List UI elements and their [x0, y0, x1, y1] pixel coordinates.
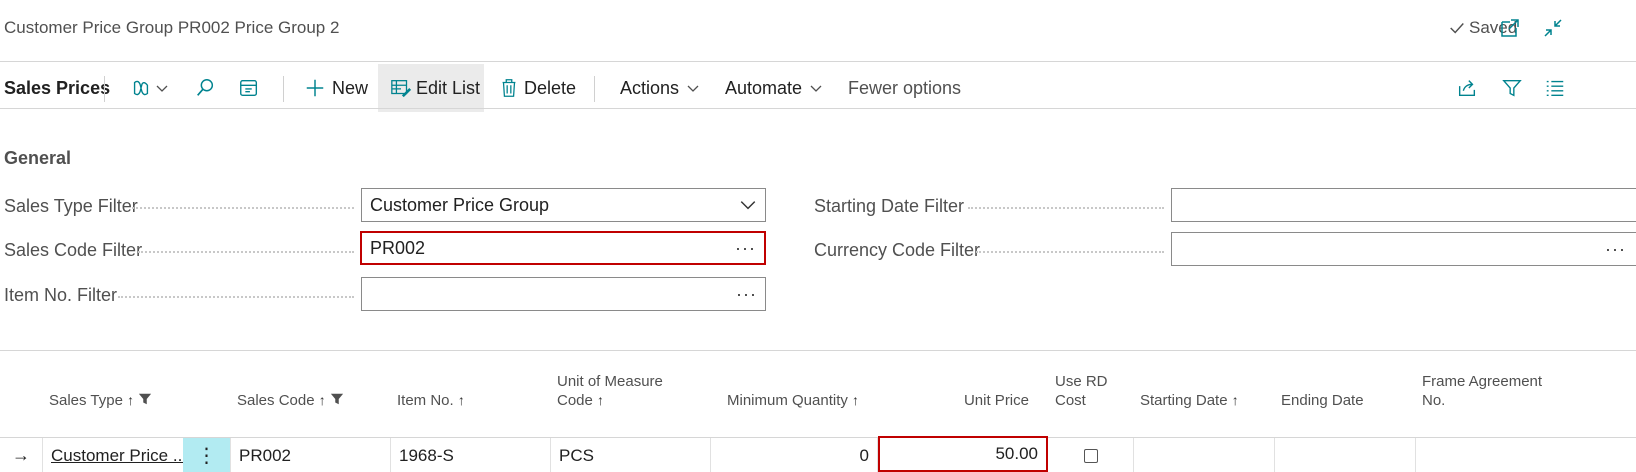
lookup-ellipsis-button[interactable]: ··· — [736, 284, 757, 305]
edit-list-icon — [391, 80, 412, 98]
search-icon — [197, 79, 214, 96]
starting-date-filter-label: Starting Date Filter — [814, 196, 965, 216]
section-divider — [0, 350, 1636, 351]
new-label: New — [332, 77, 369, 98]
grid-header: Sales Type ↑ Sales Code ↑ Item No. ↑ Uni… — [0, 373, 1636, 436]
sales-code-filter-value: PR002 — [370, 237, 426, 258]
plus-icon — [306, 79, 324, 97]
sales-code-filter-input[interactable]: PR002 ··· — [360, 231, 766, 265]
cell-item-no[interactable]: 1968-S — [391, 438, 551, 472]
separator — [594, 76, 595, 102]
cell-use-rd-cost[interactable] — [1048, 438, 1134, 472]
lookup-ellipsis-button[interactable]: ··· — [735, 238, 756, 259]
actions-menu-button[interactable]: Actions — [620, 64, 701, 112]
action-bar: Sales Prices New Edit List Delete Action… — [0, 64, 1636, 112]
starting-date-filter-input[interactable] — [1171, 188, 1636, 222]
column-header-frame-agreement-no[interactable]: Frame Agreement No. — [1422, 372, 1542, 410]
cell-sales-type[interactable]: Customer Price ... — [43, 438, 183, 472]
automate-label: Automate — [725, 77, 803, 98]
item-no-filter-input[interactable]: ··· — [361, 277, 766, 311]
new-button[interactable]: New — [304, 64, 368, 112]
column-header-starting-date[interactable]: Starting Date ↑ — [1140, 391, 1239, 410]
trash-icon — [502, 79, 516, 97]
item-no-filter-label: Item No. Filter — [4, 285, 118, 305]
filter-icon — [330, 393, 344, 405]
cell-unit-of-measure[interactable]: PCS — [551, 438, 711, 472]
actions-label: Actions — [620, 77, 680, 98]
column-header-unit-of-measure[interactable]: Unit of Measure Code ↑ — [557, 372, 663, 410]
sort-ascending-icon: ↑ — [318, 392, 326, 408]
label-leader — [976, 251, 1164, 253]
header-divider — [0, 61, 1636, 62]
sort-ascending-icon: ↑ — [1231, 392, 1239, 408]
collapse-icon[interactable] — [1541, 16, 1565, 40]
currency-code-filter-label: Currency Code Filter — [814, 240, 981, 260]
label-leader — [118, 296, 354, 298]
list-view-icon[interactable] — [1544, 77, 1566, 99]
label-leader — [138, 251, 354, 253]
sales-type-link[interactable]: Customer Price ... — [51, 446, 183, 466]
label-leader — [132, 207, 354, 209]
automate-menu-button[interactable]: Automate — [725, 64, 824, 112]
filter-icon — [139, 393, 152, 405]
row-actions-menu-button[interactable]: ⋮ — [183, 438, 231, 472]
section-title-general[interactable]: General — [4, 148, 71, 169]
search-button[interactable] — [194, 64, 216, 112]
cell-unit-price[interactable]: 50.00 — [878, 436, 1048, 472]
share-icon[interactable] — [1456, 77, 1478, 99]
edit-list-label: Edit List — [416, 77, 481, 98]
cell-ending-date[interactable] — [1275, 438, 1416, 472]
sort-ascending-icon: ↑ — [852, 392, 860, 408]
chevron-down-icon — [156, 85, 168, 92]
delete-label: Delete — [524, 77, 577, 98]
column-header-sales-code[interactable]: Sales Code ↑ — [237, 391, 344, 410]
checkmark-icon — [1450, 23, 1464, 34]
actionbar-divider — [0, 108, 1636, 109]
sales-type-filter-label: Sales Type Filter — [4, 196, 138, 216]
column-header-sales-type[interactable]: Sales Type ↑ — [49, 391, 152, 410]
label-leader — [968, 207, 1164, 209]
use-rd-cost-checkbox[interactable] — [1083, 448, 1098, 463]
edit-list-button[interactable]: Edit List — [378, 64, 484, 112]
copilot-button[interactable] — [130, 64, 170, 112]
action-bar-title: Sales Prices — [4, 77, 111, 98]
sales-code-filter-label: Sales Code Filter — [4, 240, 143, 260]
copilot-icon — [133, 80, 149, 96]
column-header-use-rd-cost[interactable]: Use RD Cost — [1055, 372, 1108, 410]
filter-icon[interactable] — [1501, 77, 1523, 99]
personalize-button[interactable] — [238, 64, 260, 112]
separator — [104, 76, 105, 102]
column-header-minimum-quantity[interactable]: Minimum Quantity ↑ — [727, 391, 859, 410]
delete-button[interactable]: Delete — [498, 64, 576, 112]
sales-type-filter-value: Customer Price Group — [370, 194, 550, 215]
separator — [283, 76, 284, 102]
cell-minimum-quantity[interactable]: 0 — [711, 438, 878, 472]
lookup-ellipsis-button[interactable]: ··· — [1605, 239, 1626, 260]
sort-ascending-icon: ↑ — [597, 392, 605, 408]
cell-frame-agreement-no[interactable] — [1416, 438, 1636, 472]
personalize-icon — [240, 79, 258, 97]
table-row[interactable]: → Customer Price ... ⋮ PR002 1968-S PCS … — [0, 436, 1636, 472]
sales-type-filter-select[interactable]: Customer Price Group — [361, 188, 766, 222]
cell-starting-date[interactable] — [1134, 438, 1275, 472]
chevron-down-icon — [687, 85, 699, 92]
row-indicator-arrow-icon: → — [0, 438, 43, 472]
currency-code-filter-input[interactable]: ··· — [1171, 232, 1636, 266]
open-in-new-window-icon[interactable] — [1498, 16, 1522, 40]
sort-ascending-icon: ↑ — [457, 392, 465, 408]
column-header-ending-date[interactable]: Ending Date — [1281, 391, 1364, 410]
fewer-options-button[interactable]: Fewer options — [848, 64, 961, 112]
cell-sales-code[interactable]: PR002 — [231, 438, 391, 472]
column-header-item-no[interactable]: Item No. ↑ — [397, 391, 465, 410]
column-header-unit-price[interactable]: Unit Price — [880, 391, 1029, 410]
chevron-down-icon — [810, 85, 822, 92]
sort-ascending-icon: ↑ — [127, 392, 135, 408]
chevron-down-icon — [740, 201, 756, 210]
page-header: Customer Price Group PR002 Price Group 2… — [0, 0, 1636, 60]
page-title: Customer Price Group PR002 Price Group 2 — [4, 18, 340, 37]
